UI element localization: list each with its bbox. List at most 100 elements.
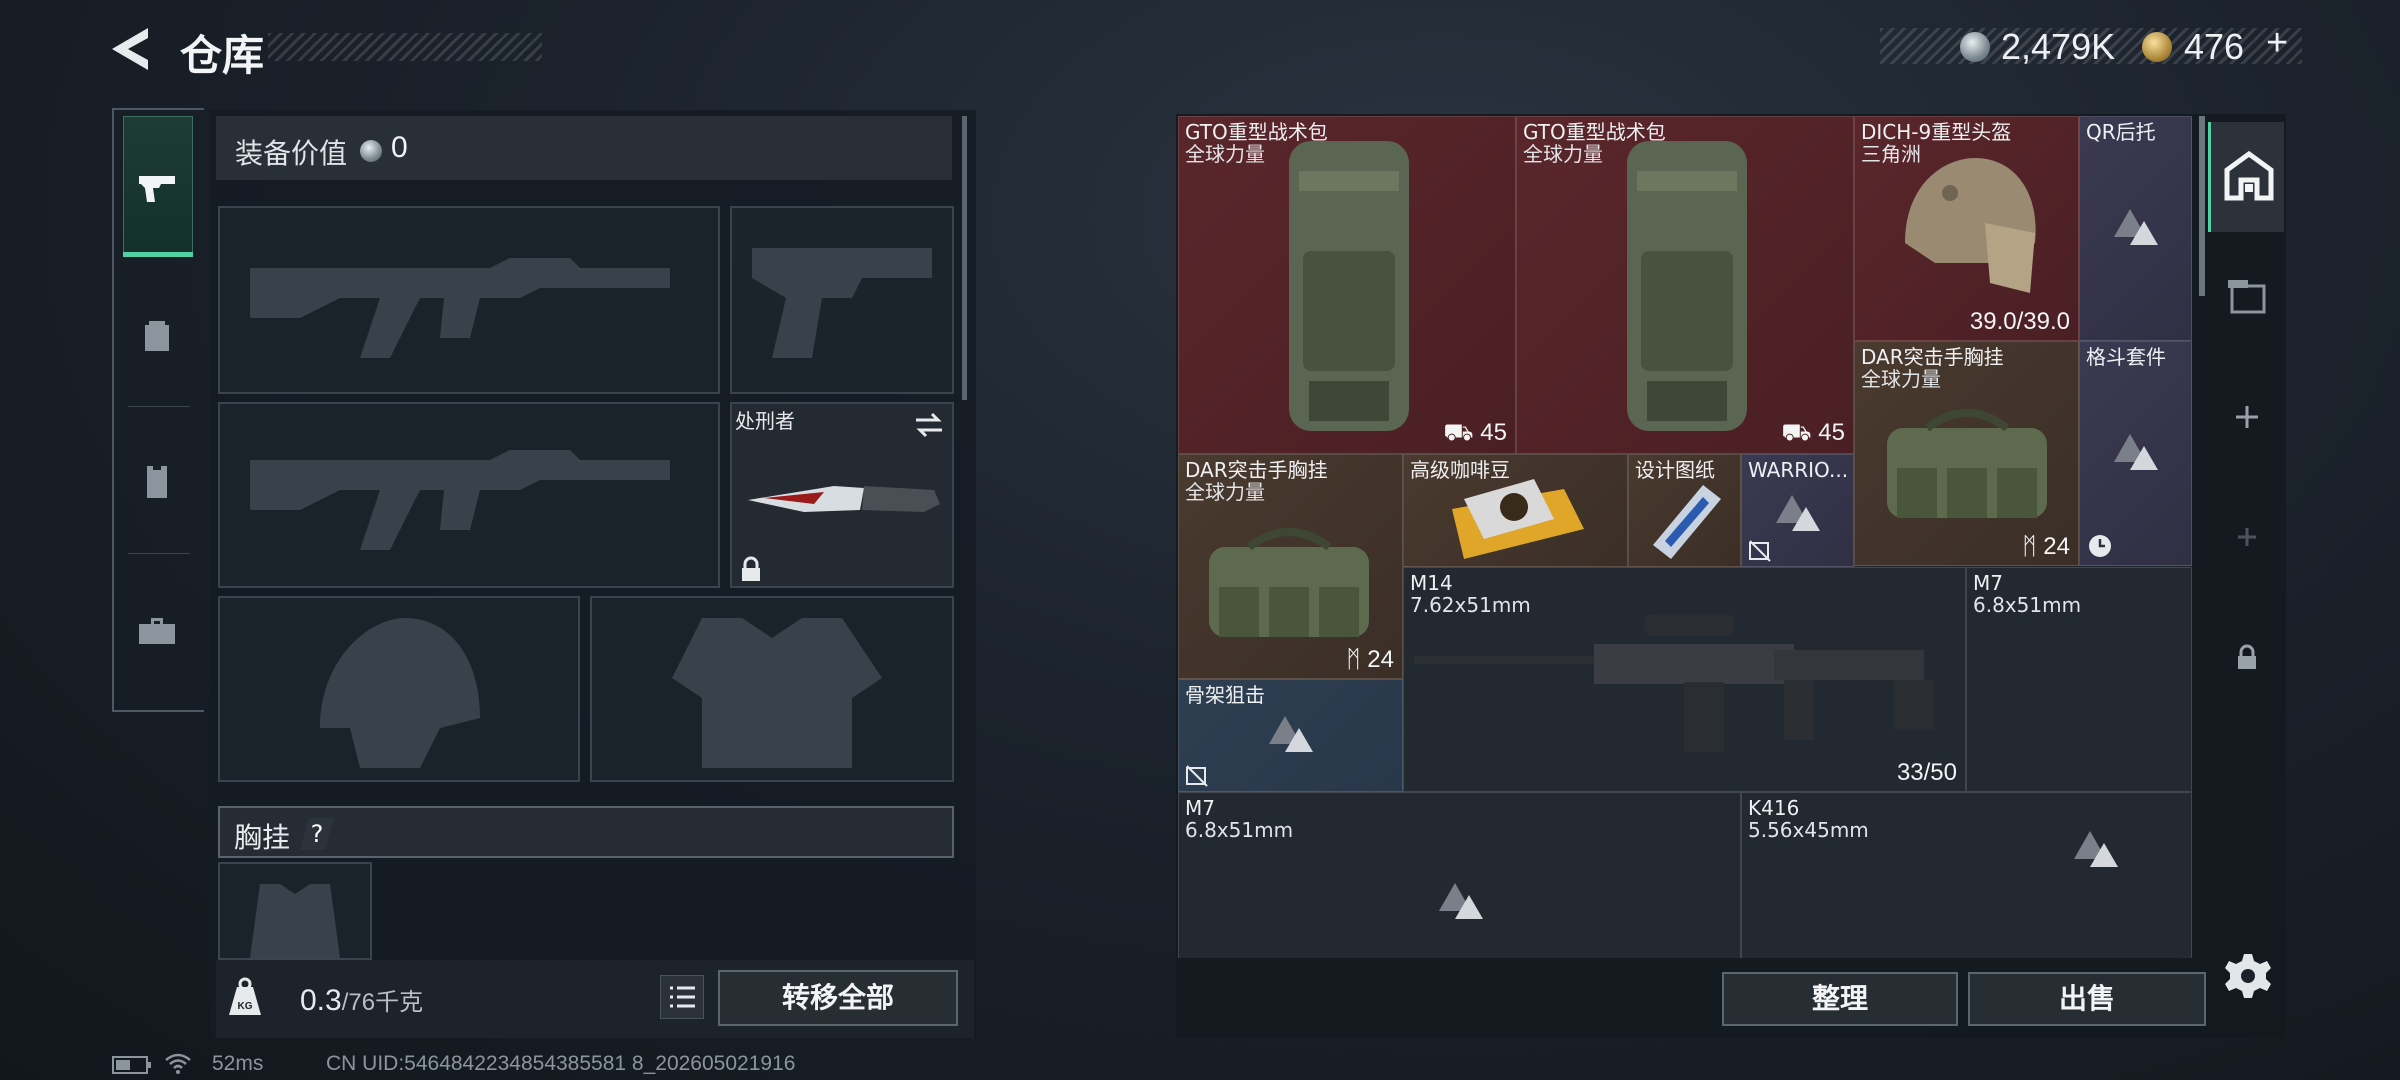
- nav-divider: [128, 553, 190, 554]
- pistol-slot[interactable]: [730, 206, 954, 394]
- stash-item[interactable]: M7 6.8x51mm: [1178, 792, 1741, 958]
- vest-icon[interactable]: [137, 462, 177, 502]
- move-all-button[interactable]: 转移全部: [718, 970, 958, 1026]
- helmet-slot[interactable]: [218, 596, 580, 782]
- wifi-icon: [165, 1053, 191, 1074]
- lock-icon: [742, 556, 760, 581]
- weight-current: 0.3: [300, 984, 342, 1017]
- no-insure-icon: [1749, 540, 1771, 562]
- clock-icon: [2089, 535, 2111, 557]
- stash-tab-icon[interactable]: [2224, 272, 2270, 318]
- placeholder-icon: [1439, 883, 1483, 919]
- no-insure-icon: [1186, 765, 1208, 787]
- item-capacity: ᛗ 24: [1346, 646, 1394, 673]
- rifle-item-icon: [1414, 614, 1934, 752]
- stash-item[interactable]: DAR突击手胸挂 全球力量 ᛗ 24: [1178, 454, 1403, 679]
- item-name: QR后托: [2086, 120, 2156, 144]
- item-subtitle: 全球力量: [1861, 367, 1941, 391]
- item-subtitle: 全球力量: [1185, 480, 1265, 504]
- pistol-icon: [139, 176, 175, 202]
- item-capacity: ⛟ 45: [1443, 419, 1507, 446]
- add-stash-tab-icon[interactable]: [2234, 404, 2260, 430]
- armor-silhouette-icon: [672, 618, 882, 768]
- helmet-item-icon: [1905, 158, 2036, 293]
- chest-rig-item-icon: [1887, 409, 2047, 518]
- stash-item[interactable]: DAR突击手胸挂 全球力量 ᛗ 24: [1854, 341, 2079, 566]
- item-name: GTO重型战术包: [1185, 120, 1328, 144]
- rifle-silhouette-icon: [250, 258, 670, 358]
- sort-button[interactable]: 整理: [1722, 972, 1958, 1026]
- chest-rig-silhouette-icon: [250, 884, 340, 958]
- pistol-silhouette-icon: [752, 248, 932, 358]
- item-caliber: 6.8x51mm: [1185, 818, 1294, 842]
- knife-icon: [748, 486, 940, 512]
- blueprint-icon: [1653, 485, 1721, 559]
- title-decoration: [268, 33, 542, 61]
- secondary-weapon-slot[interactable]: [218, 402, 720, 588]
- chest-rig-slot[interactable]: [218, 862, 372, 960]
- item-subtitle: 三角洲: [1861, 142, 1921, 166]
- item-name: M7: [1973, 571, 2003, 595]
- stash-item[interactable]: 格斗套件: [2079, 341, 2192, 566]
- item-caliber: 7.62x51mm: [1410, 593, 1531, 617]
- toolbox-icon[interactable]: [137, 610, 177, 650]
- placeholder-icon: [2074, 831, 2118, 867]
- item-name: WARRIO...: [1748, 458, 1849, 482]
- stash-item[interactable]: WARRIO...: [1741, 454, 1854, 567]
- item-ammo: 33/50: [1896, 759, 1957, 786]
- stash-item[interactable]: 设计图纸: [1628, 454, 1741, 567]
- list-view-button[interactable]: [660, 975, 704, 1019]
- loadout-scrollbar[interactable]: [962, 116, 967, 400]
- coin-icon: [360, 140, 382, 162]
- item-name: DICH-9重型头盔: [1861, 120, 2012, 144]
- backpack-icon[interactable]: [137, 315, 177, 355]
- warehouse-icon: [2224, 150, 2274, 201]
- item-caliber: 6.8x51mm: [1973, 593, 2082, 617]
- lock-icon: [2238, 644, 2256, 669]
- backpack-item-icon: [1289, 141, 1409, 431]
- stash-item[interactable]: DICH-9重型头盔 三角洲 39.0/39.0: [1854, 116, 2079, 341]
- silver-coin-icon: [1960, 32, 1990, 62]
- primary-weapon-slot[interactable]: [218, 206, 720, 394]
- battery-icon: [112, 1056, 151, 1074]
- rifle-silhouette-icon: [250, 450, 670, 550]
- stash-item[interactable]: 骨架狙击: [1178, 679, 1403, 792]
- item-name: M14: [1410, 571, 1453, 595]
- chest-rig-item-icon: [1209, 528, 1369, 637]
- placeholder-icon: [1776, 495, 1820, 531]
- item-name: DAR突击手胸挂: [1861, 345, 2004, 369]
- stash-item[interactable]: GTO重型战术包 全球力量 ⛟ 45: [1516, 116, 1854, 454]
- chest-rig-label: 胸挂: [234, 821, 291, 854]
- item-durability: 39.0/39.0: [1969, 308, 2070, 335]
- gold-coin-icon: [2142, 32, 2172, 62]
- nav-active-indicator: [123, 252, 193, 257]
- stash-item[interactable]: QR后托: [2079, 116, 2192, 341]
- placeholder-icon: [2114, 209, 2158, 245]
- add-currency-button[interactable]: +: [2266, 22, 2288, 65]
- item-name: 格斗套件: [2086, 345, 2166, 369]
- swap-icon[interactable]: [914, 412, 944, 438]
- gold-coin-amount: 476: [2184, 26, 2245, 67]
- back-arrow-icon[interactable]: [108, 24, 154, 74]
- helmet-silhouette-icon: [320, 618, 480, 768]
- stash-item[interactable]: K416 5.56x45mm: [1741, 792, 2192, 958]
- item-capacity: ᛗ 24: [2022, 533, 2070, 560]
- stash-item[interactable]: M14 7.62x51mm 33/50: [1403, 567, 1966, 792]
- item-name: 设计图纸: [1635, 458, 1715, 482]
- gear-icon[interactable]: [2224, 952, 2272, 1000]
- armor-slot[interactable]: [590, 596, 954, 782]
- stash-item[interactable]: GTO重型战术包 全球力量 ⛟ 45: [1178, 116, 1516, 454]
- stash-scrollbar[interactable]: [2199, 116, 2205, 296]
- page-title: 仓库: [180, 31, 265, 80]
- user-uid: CN UID:5464842234854385581 8_20260502191…: [326, 1052, 796, 1075]
- silver-coin-amount: 2,479K: [2001, 26, 2116, 67]
- ping-value: 52ms: [212, 1052, 264, 1075]
- melee-weapon-name: 处刑者: [735, 409, 795, 433]
- stash-item[interactable]: 高级咖啡豆: [1403, 454, 1628, 567]
- status-bar: 52ms CN UID:5464842234854385581 8_202605…: [112, 1052, 1112, 1078]
- stash-tab-main[interactable]: [2208, 122, 2284, 232]
- sell-button[interactable]: 出售: [1968, 972, 2206, 1026]
- item-caliber: 5.56x45mm: [1748, 818, 1869, 842]
- coffee-bag-icon: [1452, 479, 1584, 559]
- stash-item[interactable]: M7 6.8x51mm: [1966, 567, 2192, 792]
